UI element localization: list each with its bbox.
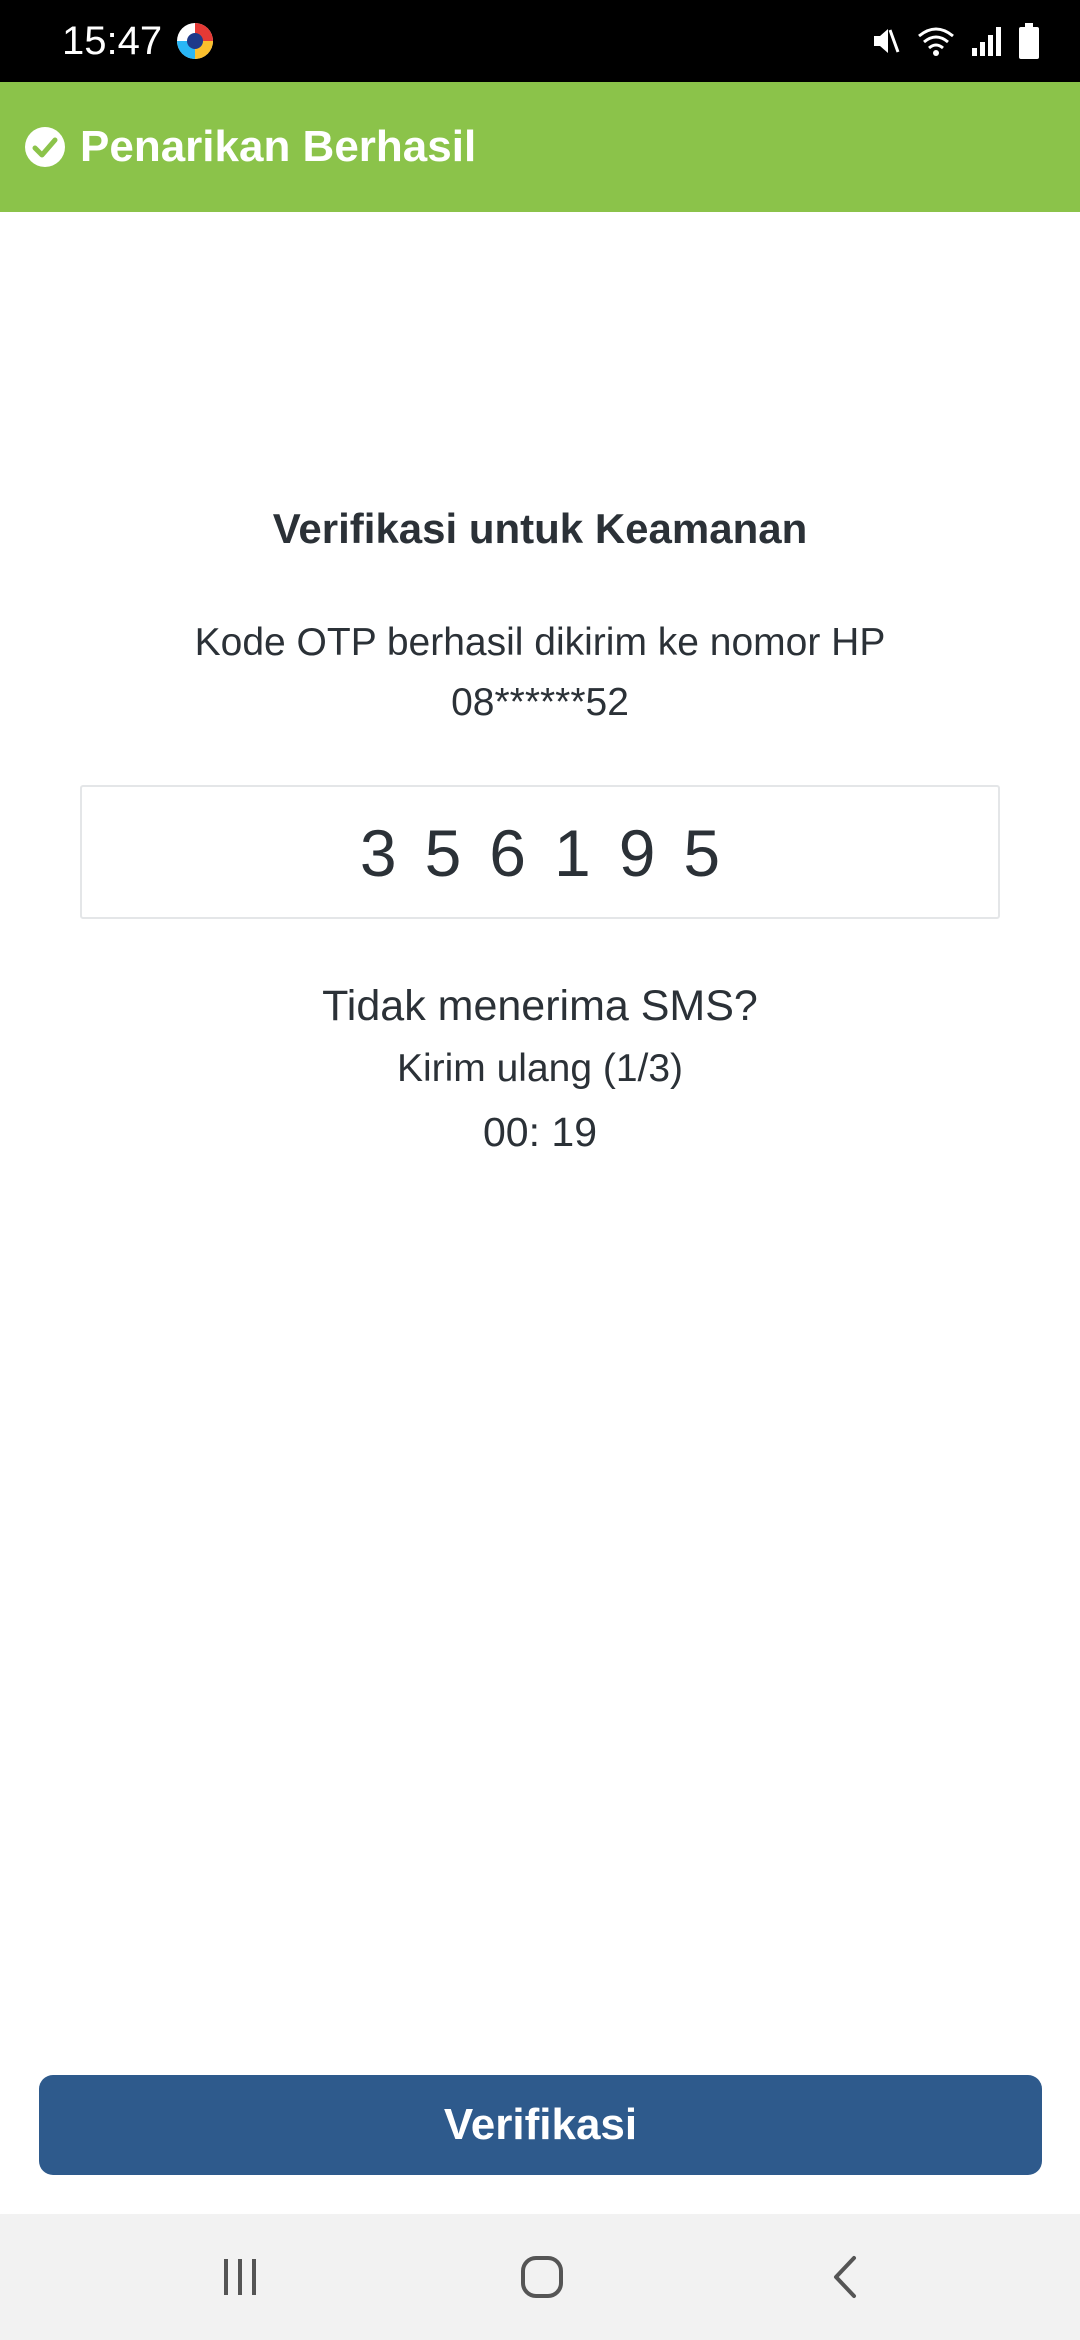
home-icon[interactable] [507, 2242, 577, 2312]
resend-timer: 00: 19 [483, 1109, 597, 1155]
otp-sent-description: Kode OTP berhasil dikirim ke nomor HP [194, 621, 886, 664]
resend-link[interactable]: Kirim ulang (1/3) [0, 1044, 1080, 1094]
verify-button[interactable]: Verifikasi [39, 2075, 1042, 2175]
page-title: Verifikasi untuk Keamanan [272, 505, 808, 552]
signal-icon [970, 24, 1004, 58]
success-toast: Penarikan Berhasil [0, 82, 1080, 212]
no-sms-text: Tidak menerima SMS? [322, 982, 758, 1030]
mute-icon [868, 24, 902, 58]
masked-phone-number: 08******52 [451, 681, 629, 724]
otp-input[interactable]: 356195 [80, 785, 1000, 919]
status-time: 15:47 [62, 19, 163, 63]
back-icon[interactable] [810, 2242, 880, 2312]
otp-value: 356195 [359, 816, 749, 890]
check-circle-icon [24, 126, 66, 168]
status-bar: 15:47 [0, 0, 1080, 82]
wifi-icon [916, 24, 956, 58]
toast-message: Penarikan Berhasil [80, 122, 477, 171]
status-icons [868, 20, 1040, 62]
system-nav-bar [0, 2214, 1080, 2340]
recents-icon[interactable] [205, 2242, 275, 2312]
app-notification-icon [176, 22, 214, 60]
battery-icon [1018, 23, 1040, 59]
